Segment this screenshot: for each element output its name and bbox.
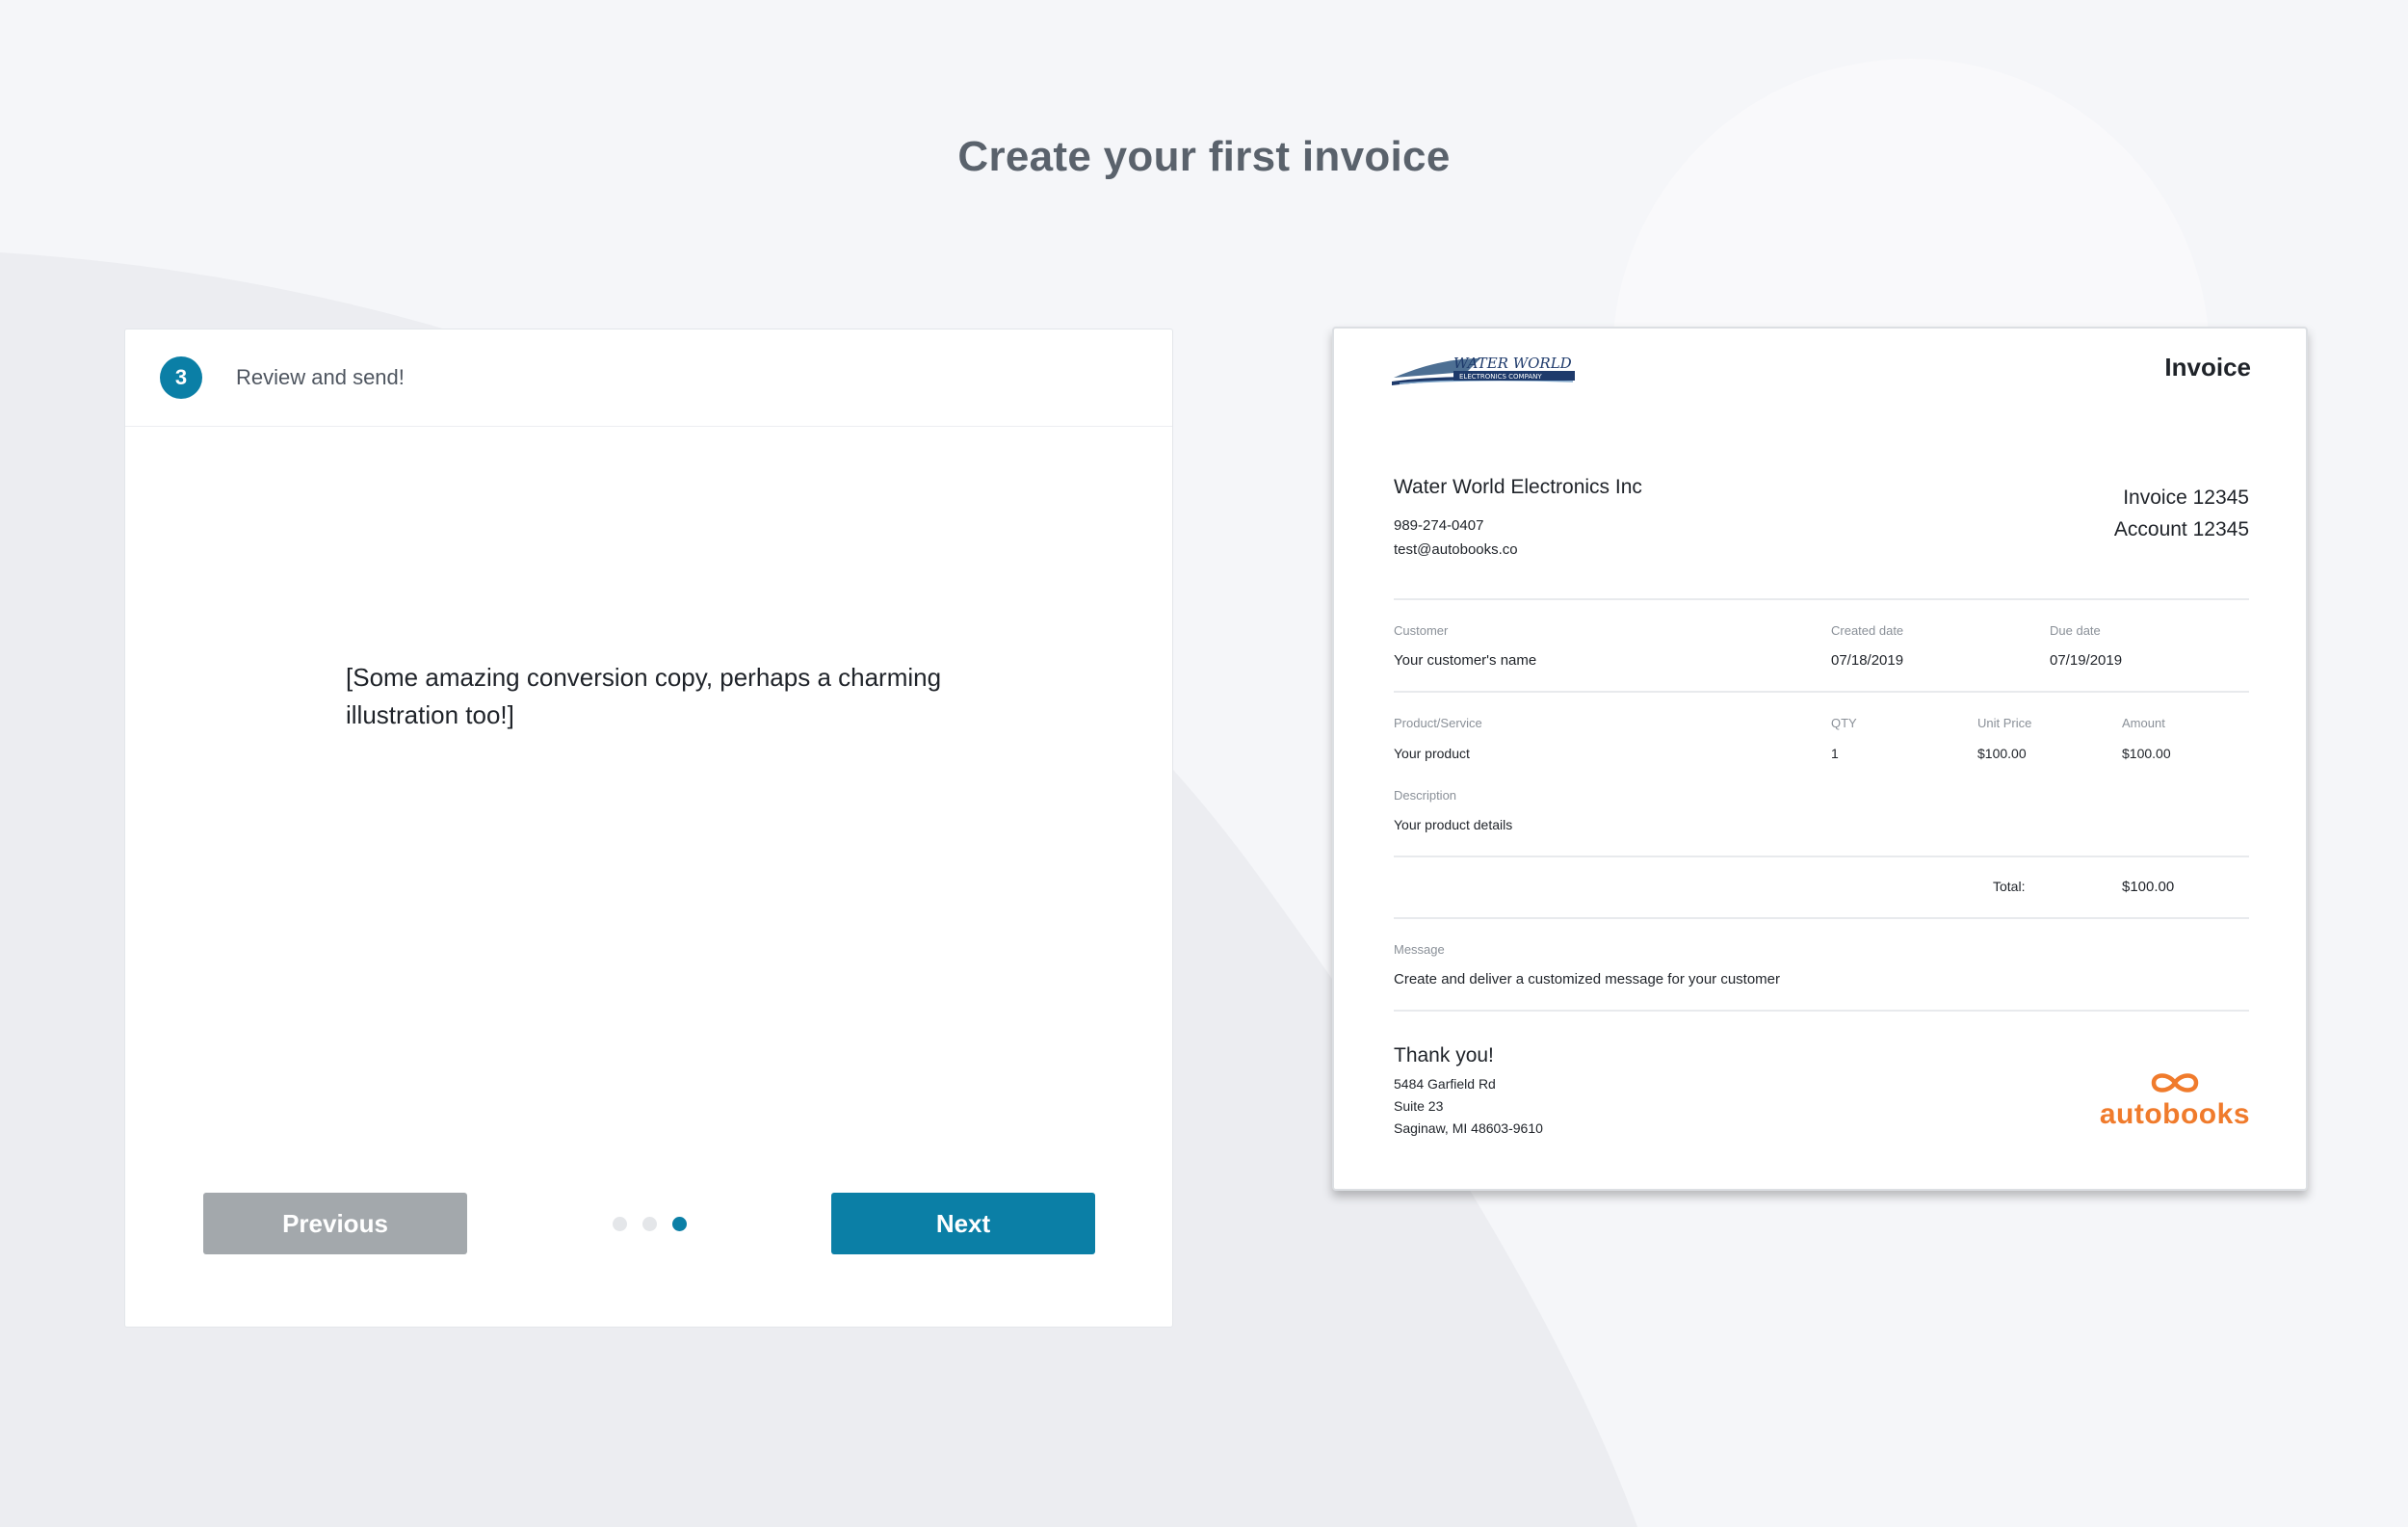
customer-label: Customer — [1394, 623, 1449, 638]
step-number-badge: 3 — [160, 356, 202, 399]
autobooks-brand: autobooks — [2100, 1069, 2250, 1131]
company-phone: 989-274-0407 — [1394, 517, 1484, 534]
divider — [1394, 1010, 2249, 1012]
amount-label: Amount — [2122, 716, 2165, 730]
step-title: Review and send! — [236, 365, 405, 389]
pager-dot-1[interactable] — [613, 1217, 627, 1231]
line-item-amount: $100.00 — [2122, 746, 2171, 761]
line-item-qty: 1 — [1831, 746, 1839, 761]
company-name: Water World Electronics Inc — [1394, 476, 1642, 498]
created-date-label: Created date — [1831, 623, 1904, 638]
address-line-1: 5484 Garfield Rd — [1394, 1076, 1496, 1092]
address-line-2: Suite 23 — [1394, 1098, 1444, 1114]
divider — [1394, 917, 2249, 919]
qty-label: QTY — [1831, 716, 1857, 730]
total-label: Total: — [1993, 879, 2026, 894]
logo-text: WATER WORLD — [1453, 355, 1572, 372]
description-label: Description — [1394, 788, 1457, 803]
conversion-copy: [Some amazing conversion copy, perhaps a… — [346, 663, 942, 729]
product-label: Product/Service — [1394, 716, 1482, 730]
step-pager — [613, 1217, 687, 1231]
page-title: Create your first invoice — [957, 133, 1451, 180]
infinity-icon — [2151, 1073, 2199, 1093]
autobooks-logo-text: autobooks — [2099, 1098, 2250, 1130]
company-email: test@autobooks.co — [1394, 541, 1518, 558]
line-item-product: Your product — [1394, 746, 1470, 761]
thank-you-text: Thank you! — [1394, 1044, 1494, 1066]
due-date-label: Due date — [2050, 623, 2101, 638]
unit-price-label: Unit Price — [1977, 716, 2032, 730]
pager-dot-2[interactable] — [642, 1217, 657, 1231]
pager-dot-3-active[interactable] — [672, 1217, 687, 1231]
customer-name: Your customer's name — [1394, 652, 1537, 669]
total-amount: $100.00 — [2122, 879, 2175, 895]
address-line-3: Saginaw, MI 48603-9610 — [1394, 1120, 1543, 1136]
wizard-card: 3 Review and send! [Some amazing convers… — [124, 329, 1173, 1328]
logo-subtext: ELECTRONICS COMPANY — [1459, 373, 1542, 381]
divider — [1394, 598, 2249, 600]
divider — [1394, 856, 2249, 857]
divider — [1394, 691, 2249, 693]
next-button[interactable]: Next — [831, 1193, 1095, 1254]
line-item-description: Your product details — [1394, 817, 1513, 832]
previous-button[interactable]: Previous — [203, 1193, 467, 1254]
line-item-unit-price: $100.00 — [1977, 746, 2027, 761]
wizard-header: 3 Review and send! — [125, 329, 1172, 427]
invoice-number: Invoice 12345 — [2123, 487, 2249, 509]
water-world-logo: WATER WORLD ELECTRONICS COMPANY — [1392, 355, 1575, 385]
account-number: Account 12345 — [2113, 518, 2249, 540]
message-label: Message — [1394, 942, 1445, 957]
invoice-preview: WATER WORLD ELECTRONICS COMPANY Invoice … — [1332, 327, 2308, 1191]
customer-message: Create and deliver a customized message … — [1394, 971, 1781, 987]
invoice-heading: Invoice — [2164, 353, 2251, 382]
created-date: 07/18/2019 — [1831, 652, 1904, 669]
due-date: 07/19/2019 — [2050, 652, 2123, 669]
